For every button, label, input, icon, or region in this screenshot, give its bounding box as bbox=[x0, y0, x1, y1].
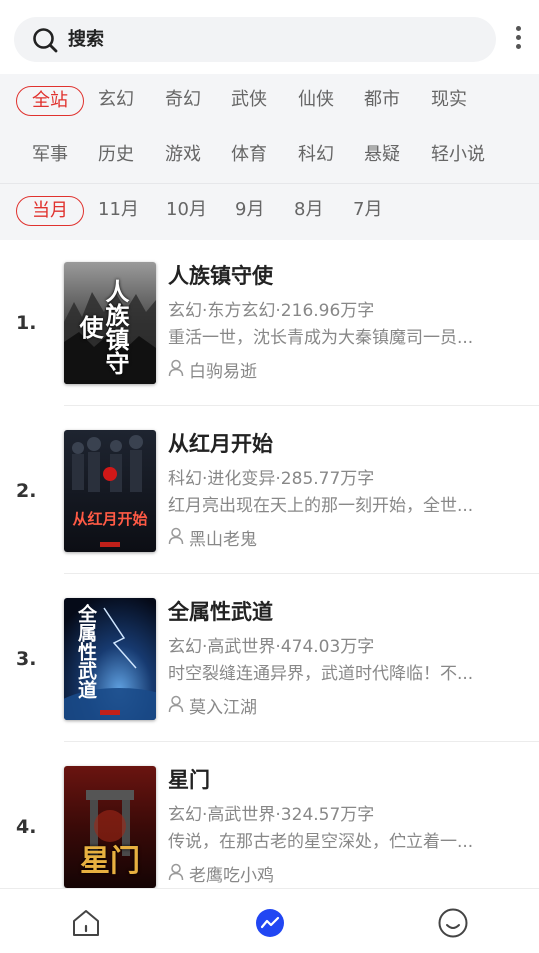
cover-title: 全属性武道 bbox=[75, 604, 97, 699]
book-title[interactable]: 全属性武道 bbox=[168, 596, 273, 626]
search-icon bbox=[33, 28, 58, 53]
rank-number: 3. bbox=[16, 648, 37, 670]
book-author: 莫入江湖 bbox=[189, 698, 257, 718]
book-cover[interactable]: 人族镇守使 bbox=[64, 262, 156, 384]
book-item[interactable]: 1. 人族镇守使 人族镇守使 玄幻·东方玄幻·216.96万字 重活一世，沈长青… bbox=[0, 240, 539, 408]
category-chip[interactable]: 科幻 bbox=[298, 140, 334, 170]
book-title[interactable]: 人族镇守使 bbox=[168, 260, 273, 290]
author-icon bbox=[168, 863, 184, 881]
profile-smile-icon[interactable] bbox=[437, 907, 469, 939]
month-chip[interactable]: 10月 bbox=[166, 195, 207, 225]
month-row: 当月 11月 10月 9月 8月 7月 bbox=[0, 184, 539, 239]
rank-number: 1. bbox=[16, 312, 37, 334]
category-chip[interactable]: 现实 bbox=[431, 85, 467, 115]
bottom-nav bbox=[0, 888, 539, 953]
month-chip-current[interactable]: 当月 bbox=[16, 196, 84, 226]
book-cover[interactable]: 从红月开始 bbox=[64, 430, 156, 552]
book-item[interactable]: 4. 星门 星门 玄幻·高武世界·324.57万字 传说，在那古老的星空深处，伫… bbox=[0, 744, 539, 912]
category-chip[interactable]: 玄幻 bbox=[98, 85, 134, 115]
search-bar[interactable]: 搜索 bbox=[14, 17, 496, 62]
book-cover[interactable]: 全属性武道 bbox=[64, 598, 156, 720]
category-chip-all[interactable]: 全站 bbox=[16, 86, 84, 116]
book-cover[interactable]: 星门 bbox=[64, 766, 156, 888]
category-chip[interactable]: 军事 bbox=[32, 140, 68, 170]
author-icon bbox=[168, 695, 184, 713]
cover-title: 从红月开始 bbox=[72, 510, 148, 528]
month-chip[interactable]: 7月 bbox=[353, 195, 382, 225]
month-chip[interactable]: 8月 bbox=[294, 195, 323, 225]
category-chip[interactable]: 奇幻 bbox=[165, 85, 201, 115]
book-meta: 玄幻·高武世界·474.03万字 bbox=[168, 637, 375, 657]
book-item[interactable]: 2. 从红月开始 从红月开始 科幻·进化变异·285.77万字 红月亮出现在天上… bbox=[0, 408, 539, 576]
home-icon[interactable] bbox=[70, 907, 102, 939]
search-label: 搜索 bbox=[68, 29, 104, 50]
category-chip[interactable]: 悬疑 bbox=[364, 140, 400, 170]
cover-title: 人族镇守使 bbox=[75, 279, 129, 375]
category-chip[interactable]: 轻小说 bbox=[431, 140, 485, 170]
book-meta: 科幻·进化变异·285.77万字 bbox=[168, 469, 375, 489]
category-row-2: 军事 历史 游戏 体育 科幻 悬疑 轻小说 bbox=[0, 129, 539, 184]
rank-number: 4. bbox=[16, 816, 37, 838]
divider bbox=[64, 405, 539, 406]
book-description: 红月亮出现在天上的那一刻开始，全世... bbox=[168, 496, 474, 516]
filter-panel: 全站 玄幻 奇幻 武侠 仙侠 都市 现实 军事 历史 游戏 体育 科幻 悬疑 轻… bbox=[0, 74, 539, 240]
top-bar: 搜索 bbox=[0, 0, 539, 74]
category-row-1: 全站 玄幻 奇幻 武侠 仙侠 都市 现实 bbox=[0, 74, 539, 129]
divider bbox=[64, 573, 539, 574]
category-chip[interactable]: 游戏 bbox=[165, 140, 201, 170]
book-description: 传说，在那古老的星空深处，伫立着一... bbox=[168, 832, 474, 852]
book-title[interactable]: 从红月开始 bbox=[168, 428, 273, 458]
rank-number: 2. bbox=[16, 480, 37, 502]
category-chip[interactable]: 都市 bbox=[364, 85, 400, 115]
book-item[interactable]: 3. 全属性武道 全属性武道 玄幻·高武世界·474.03万字 时空裂缝连通异界… bbox=[0, 576, 539, 744]
book-author: 白驹易逝 bbox=[189, 362, 257, 382]
category-chip[interactable]: 武侠 bbox=[231, 85, 267, 115]
month-chip[interactable]: 9月 bbox=[235, 195, 264, 225]
book-title[interactable]: 星门 bbox=[168, 764, 210, 794]
category-chip[interactable]: 体育 bbox=[231, 140, 267, 170]
category-chip[interactable]: 历史 bbox=[98, 140, 134, 170]
divider bbox=[64, 741, 539, 742]
book-description: 重活一世，沈长青成为大秦镇魔司一员... bbox=[168, 328, 474, 348]
more-options-icon[interactable] bbox=[509, 26, 527, 54]
cover-art bbox=[64, 430, 156, 552]
category-chip[interactable]: 仙侠 bbox=[298, 85, 334, 115]
ranking-icon[interactable] bbox=[254, 907, 286, 939]
cover-title: 星门 bbox=[80, 844, 140, 879]
author-icon bbox=[168, 359, 184, 377]
month-chip[interactable]: 11月 bbox=[98, 195, 139, 225]
book-author: 老鹰吃小鸡 bbox=[189, 866, 274, 886]
book-description: 时空裂缝连通异界，武道时代降临！不... bbox=[168, 664, 474, 684]
book-meta: 玄幻·高武世界·324.57万字 bbox=[168, 805, 375, 825]
book-meta: 玄幻·东方玄幻·216.96万字 bbox=[168, 301, 375, 321]
author-icon bbox=[168, 527, 184, 545]
book-author: 黑山老鬼 bbox=[189, 530, 257, 550]
